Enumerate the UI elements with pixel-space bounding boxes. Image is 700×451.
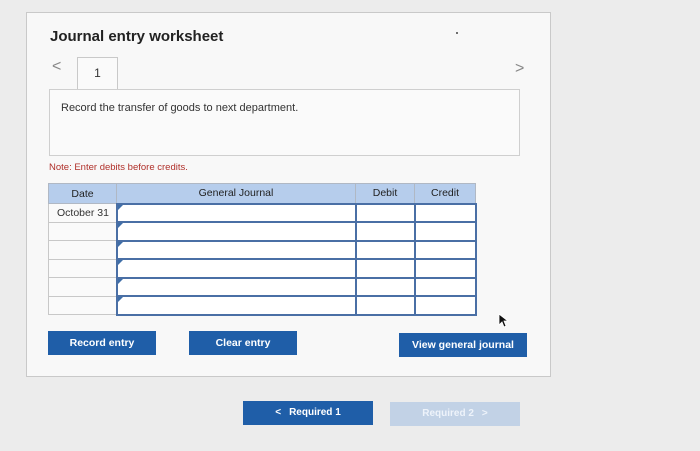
view-general-journal-button[interactable]: View general journal <box>399 333 527 357</box>
instruction-box: Record the transfer of goods to next dep… <box>49 89 520 156</box>
general-journal-dropdown[interactable] <box>115 202 357 223</box>
note-text: Note: Enter debits before credits. <box>49 162 188 173</box>
table-row <box>48 239 477 260</box>
general-journal-dropdown[interactable] <box>115 276 357 297</box>
record-entry-button[interactable]: Record entry <box>48 331 156 355</box>
debit-input[interactable] <box>354 202 416 223</box>
table-row <box>48 295 477 316</box>
dropdown-marker-icon <box>117 204 123 210</box>
date-cell <box>48 295 117 315</box>
dropdown-marker-icon <box>117 260 123 265</box>
dropdown-marker-icon <box>117 223 123 228</box>
col-header-general-journal: General Journal <box>116 183 356 204</box>
next-required-label: Required 2 <box>422 408 474 419</box>
chevron-left-icon: < <box>275 407 282 418</box>
debit-input[interactable] <box>354 221 416 242</box>
col-header-credit: Credit <box>414 183 476 204</box>
credit-input[interactable] <box>413 295 477 316</box>
next-tab-icon[interactable]: > <box>515 60 524 78</box>
date-cell <box>48 258 117 278</box>
table-row <box>48 221 477 242</box>
page-title: Journal entry worksheet <box>50 28 224 45</box>
debit-input[interactable] <box>354 295 416 316</box>
table-row <box>48 276 477 297</box>
previous-tab-icon[interactable]: < <box>52 58 61 76</box>
table-row: October 31 <box>48 202 477 223</box>
previous-required-button[interactable]: < Required 1 <box>243 401 373 425</box>
journal-table: Date General Journal Debit Credit Octobe… <box>48 183 477 316</box>
credit-input[interactable] <box>413 221 477 242</box>
mouse-cursor-icon <box>498 313 510 328</box>
tab-1[interactable]: 1 <box>77 57 118 90</box>
col-header-debit: Debit <box>355 183 415 204</box>
instruction-text: Record the transfer of goods to next dep… <box>61 102 299 114</box>
debit-input[interactable] <box>354 276 416 297</box>
date-cell <box>48 277 117 297</box>
debit-input[interactable] <box>354 258 416 279</box>
decorative-dot <box>456 32 458 34</box>
credit-input[interactable] <box>413 276 477 297</box>
chevron-right-icon: > <box>481 408 488 419</box>
date-cell <box>48 221 117 241</box>
general-journal-dropdown[interactable] <box>115 258 357 279</box>
table-header-row: Date General Journal Debit Credit <box>48 183 476 204</box>
previous-required-label: Required 1 <box>289 407 341 418</box>
credit-input[interactable] <box>413 202 477 223</box>
table-row <box>48 258 477 279</box>
next-required-button: Required 2 > <box>390 402 520 426</box>
general-journal-dropdown[interactable] <box>115 221 357 242</box>
dropdown-marker-icon <box>117 297 123 302</box>
credit-input[interactable] <box>413 239 477 260</box>
col-header-date: Date <box>48 183 117 204</box>
credit-input[interactable] <box>413 258 477 279</box>
date-cell: October 31 <box>48 203 117 223</box>
dropdown-marker-icon <box>117 278 123 284</box>
date-cell <box>48 240 117 260</box>
general-journal-dropdown[interactable] <box>115 239 357 260</box>
clear-entry-button[interactable]: Clear entry <box>189 331 297 355</box>
general-journal-dropdown[interactable] <box>115 295 357 316</box>
dropdown-marker-icon <box>117 241 123 247</box>
debit-input[interactable] <box>354 239 416 260</box>
